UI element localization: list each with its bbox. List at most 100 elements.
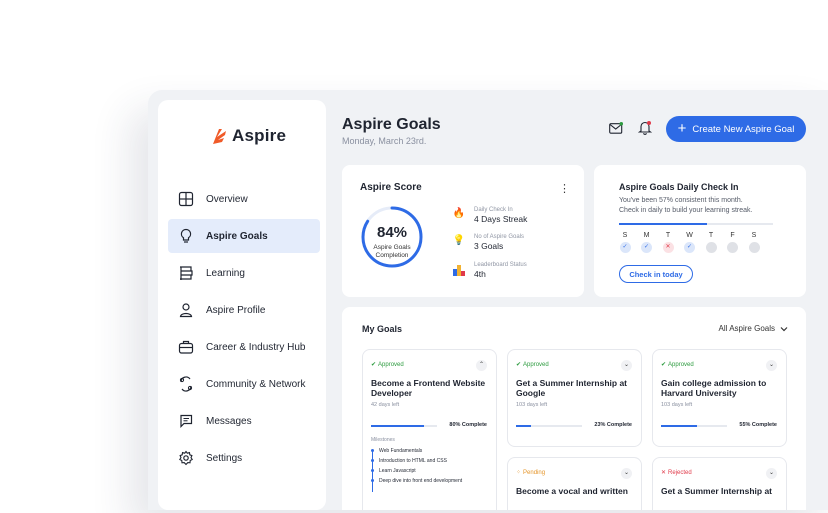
goal-title-line: Harvard University — [661, 388, 737, 398]
goal-progress-fill — [371, 425, 424, 427]
stat-label: Leaderboard Status — [474, 262, 527, 268]
sidebar-item-label: Learning — [206, 267, 245, 279]
stat-leaderboard: Leaderboard Status 4th — [452, 262, 527, 279]
day-checked-icon: ✓ — [684, 242, 695, 253]
goal-progress-label: 80% Complete — [449, 422, 487, 428]
stat-value: 4th — [474, 269, 486, 279]
sidebar-item-settings[interactable]: Settings — [168, 441, 320, 475]
day-missed-icon: ✕ — [662, 242, 674, 253]
goal-title: Gain college admission to Harvard Univer… — [661, 378, 781, 398]
learning-icon — [180, 266, 193, 280]
day-empty-dot — [727, 242, 738, 253]
goal-card[interactable]: ✔ Approved ⌄ Get a Summer Internship at G… — [507, 349, 642, 447]
milestones-heading: Milestones — [371, 437, 395, 443]
chevron-down-icon[interactable]: ⌄ — [621, 468, 632, 479]
brand-logo[interactable]: Aspire — [210, 126, 286, 146]
sidebar-item-label: Aspire Goals — [206, 230, 268, 242]
milestone-item: Introduction to HTML and CSS — [371, 458, 462, 468]
milestone-item: Deep dive into front end development — [371, 478, 462, 488]
overview-icon — [178, 191, 194, 207]
approved-check-icon: ✔ — [661, 362, 667, 368]
mail-icon[interactable] — [609, 122, 623, 134]
goal-title-line: Get a Summer Internship at — [516, 378, 627, 388]
goal-title-line: Gain college admission to — [661, 378, 767, 388]
weekday-letter: S — [751, 232, 757, 239]
goal-progress-bar — [516, 425, 582, 427]
goal-card[interactable]: ✔ Approved ⌃ Become a Frontend Website De… — [362, 349, 497, 510]
goal-title-line: Developer — [371, 388, 413, 398]
goal-days-left: 103 days left — [661, 402, 693, 408]
user-icon — [179, 303, 193, 318]
plus-icon: + — [677, 119, 687, 137]
create-goal-button[interactable]: + Create New Aspire Goal — [666, 116, 806, 142]
sidebar-item-aspire-goals[interactable]: Aspire Goals — [168, 219, 320, 253]
goal-progress-label: 23% Complete — [594, 422, 632, 428]
sidebar-item-career-hub[interactable]: Career & Industry Hub — [168, 330, 320, 364]
goal-days-left: 42 days left — [371, 402, 400, 408]
goal-progress-bar — [661, 425, 727, 427]
sidebar-item-community[interactable]: Community & Network — [168, 367, 320, 401]
goal-progress-label: 55% Complete — [739, 422, 777, 428]
rejected-x-icon: ✕ — [661, 470, 667, 476]
checkin-card-title: Aspire Goals Daily Check In — [619, 182, 739, 192]
day-checked-icon: ✓ — [641, 242, 652, 253]
milestone-item: Learn Javascript — [371, 468, 462, 478]
day-empty-dot — [705, 242, 717, 253]
aspire-logo-icon — [213, 129, 226, 144]
my-goals-card: My Goals All Aspire Goals ✔ Approved ⌃ Be… — [342, 307, 806, 510]
stat-goal-count: 💡 No of Aspire Goals 3 Goals — [452, 234, 524, 251]
create-goal-label: Create New Aspire Goal — [692, 123, 795, 135]
status-label: Approved — [378, 361, 404, 368]
more-options-icon[interactable]: ⋮ — [559, 182, 570, 195]
sidebar-item-label: Messages — [206, 415, 252, 427]
sidebar-item-overview[interactable]: Overview — [168, 182, 320, 216]
status-badge: ✔ Approved — [661, 361, 694, 369]
goal-days-left: 103 days left — [516, 402, 548, 408]
page-date: Monday, March 23rd. — [342, 136, 427, 146]
bulb-icon: 💡 — [452, 235, 466, 246]
lightbulb-icon — [180, 228, 192, 243]
status-label: Pending — [523, 469, 546, 476]
gear-icon — [179, 450, 193, 466]
bell-icon[interactable] — [638, 120, 652, 135]
gauge-label-line: Aspire Goals — [373, 244, 411, 251]
chevron-down-icon[interactable]: ⌄ — [621, 360, 632, 371]
weekday-letter: T — [708, 232, 714, 239]
chevron-down-icon[interactable]: ⌄ — [766, 468, 777, 479]
sidebar-item-label: Community & Network — [206, 378, 306, 390]
sidebar-item-label: Settings — [206, 452, 243, 464]
weekday-letter: M — [643, 232, 650, 239]
sidebar-item-aspire-profile[interactable]: Aspire Profile — [168, 293, 320, 327]
stat-label: Daily Check In — [474, 207, 513, 213]
milestone-list: Web Fundamentals Introduction to HTML an… — [371, 448, 462, 492]
chevron-down-icon[interactable]: ⌄ — [766, 360, 777, 371]
pending-icon: ⁘ — [516, 470, 522, 476]
goal-title: Become a vocal and written — [516, 486, 636, 496]
podium-icon — [452, 262, 466, 276]
checkin-hint-text: Check in daily to build your learning st… — [619, 207, 753, 214]
goal-title-line: Become a Frontend Website — [371, 378, 486, 388]
goal-card[interactable]: ✔ Approved ⌄ Gain college admission to Ha… — [652, 349, 787, 447]
consistency-bar — [619, 223, 773, 225]
goal-progress-fill — [516, 425, 532, 427]
check-in-today-button[interactable]: Check in today — [619, 265, 693, 283]
goal-card[interactable]: ✕ Rejected ⌄ Get a Summer Internship at — [652, 457, 787, 510]
chat-icon — [180, 414, 193, 428]
stat-value: 3 Goals — [474, 241, 504, 251]
goal-progress-fill — [661, 425, 698, 427]
goals-filter-dropdown[interactable]: All Aspire Goals — [719, 324, 788, 333]
status-label: Approved — [668, 361, 694, 368]
weekday-letter: S — [622, 232, 628, 239]
status-label: Approved — [523, 361, 549, 368]
status-badge: ✔ Approved — [371, 361, 404, 369]
stat-daily-checkin: 🔥 Daily Check In 4 Days Streak — [452, 207, 528, 224]
score-percent: 84% — [376, 224, 408, 241]
checkin-consistency-text: You've been 57% consistent this month. — [619, 197, 743, 204]
goal-card[interactable]: ⁘ Pending ⌄ Become a vocal and written — [507, 457, 642, 510]
gauge-label-line: Completion — [375, 252, 409, 259]
aspire-score-card: Aspire Score ⋮ 84% Aspire Goals Completi… — [342, 165, 584, 297]
sidebar-item-learning[interactable]: Learning — [168, 256, 320, 290]
page-title: Aspire Goals — [342, 116, 441, 133]
sidebar-item-messages[interactable]: Messages — [168, 404, 320, 438]
chevron-up-icon[interactable]: ⌃ — [476, 360, 487, 371]
